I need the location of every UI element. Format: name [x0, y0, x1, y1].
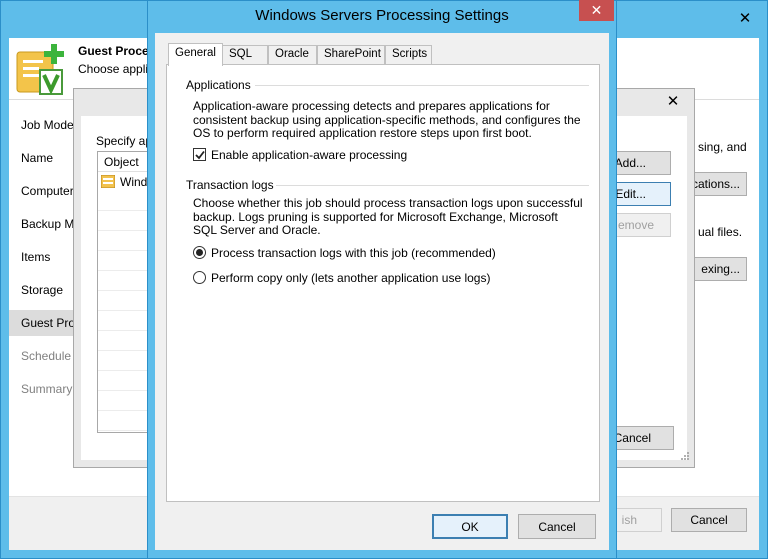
specify-label: Specify ap [96, 134, 153, 148]
guest-processing-icon [16, 44, 64, 95]
applications-group-line [255, 85, 589, 86]
wizard-right-text-2: ual files. [698, 225, 743, 239]
process-logs-label[interactable]: Process transaction logs with this job (… [211, 246, 496, 260]
tab-sql[interactable]: SQL [222, 45, 268, 64]
nav-item-job-mode[interactable]: Job Mode [21, 118, 74, 132]
tab-scripts[interactable]: Scripts [385, 45, 432, 64]
process-logs-radio-dot [196, 249, 203, 256]
nav-item-guest-processing[interactable]: Guest Pro [21, 316, 75, 330]
process-logs-radio[interactable] [193, 246, 206, 259]
tab-general[interactable]: General [168, 43, 223, 66]
nav-item-summary: Summary [21, 382, 73, 396]
ok-button[interactable]: OK [432, 514, 508, 539]
cancel-button[interactable]: Cancel [518, 514, 596, 539]
translogs-group-label: Transaction logs [186, 178, 274, 192]
nav-item-schedule: Schedule [21, 349, 72, 363]
dialog-close-button[interactable]: ✕ [579, 0, 614, 21]
object-column-header[interactable]: Object [104, 155, 139, 169]
applications-group-label: Applications [186, 78, 251, 92]
wizard-cancel-button[interactable]: Cancel [671, 508, 747, 532]
nav-item-name[interactable]: Name [21, 151, 53, 165]
wizard-close-icon[interactable]: ✕ [730, 8, 760, 28]
translogs-group-line [276, 185, 589, 186]
nav-item-computers[interactable]: Computer [21, 184, 74, 198]
wizard-header-subtitle: Choose appli [78, 62, 149, 76]
mid-dialog-close-icon[interactable]: ✕ [658, 91, 688, 111]
wizard-header-title: Guest Proces [78, 44, 156, 58]
tab-oracle[interactable]: Oracle [268, 45, 317, 64]
applications-description: Application-aware processing detects and… [193, 99, 581, 140]
translogs-description: Choose whether this job should process t… [193, 196, 583, 237]
nav-item-storage[interactable]: Storage [21, 283, 63, 297]
server-icon [101, 175, 115, 188]
dialog-title: Windows Servers Processing Settings [255, 7, 509, 24]
resize-grip-icon[interactable] [680, 451, 690, 461]
checkmark-icon [194, 150, 205, 159]
object-row-label: Wind [120, 175, 148, 189]
nav-item-backup-mode[interactable]: Backup M [21, 217, 74, 231]
enable-aap-label[interactable]: Enable application-aware processing [211, 148, 407, 162]
nav-item-items[interactable]: Items [21, 250, 50, 264]
wizard-right-text-1: sing, and [698, 140, 747, 154]
copy-only-radio[interactable] [193, 271, 206, 284]
dialog-close-icon: ✕ [590, 2, 603, 19]
tab-sharepoint[interactable]: SharePoint [317, 45, 385, 64]
copy-only-label[interactable]: Perform copy only (lets another applicat… [211, 271, 490, 285]
enable-aap-checkbox[interactable] [193, 148, 206, 161]
